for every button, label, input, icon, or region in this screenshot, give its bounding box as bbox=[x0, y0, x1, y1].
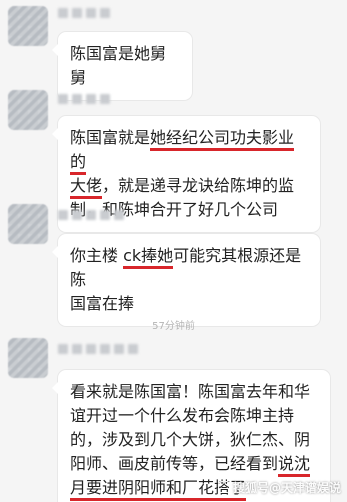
underlined-text: ck捧她 bbox=[123, 246, 174, 269]
watermark: 搜狐号@天津谱娱说 bbox=[217, 479, 341, 496]
underlined-text: 说沈 bbox=[278, 454, 311, 477]
message-text: 陈国富就是 bbox=[70, 128, 151, 147]
avatar[interactable] bbox=[8, 338, 48, 378]
message-bubble[interactable]: 陈国富是她舅舅 bbox=[52, 32, 192, 100]
message-text: 谊开过一个什么发布会陈坤主持 bbox=[70, 406, 295, 425]
sender-name-blurred bbox=[58, 210, 124, 222]
message-text: ，就是递寻龙诀给陈坤的监 bbox=[102, 176, 295, 195]
sender-name-blurred bbox=[58, 344, 138, 356]
message-text: 阳师、画皮前传等，已经看到 bbox=[70, 454, 279, 473]
watermark-text: 搜狐号@天津谱娱说 bbox=[232, 481, 341, 495]
sohu-logo-icon bbox=[217, 481, 230, 493]
message-bubble[interactable]: 你主楼 ck捧她可能究其根源还是陈 国富在捧 bbox=[52, 234, 320, 326]
sender-name-blurred bbox=[58, 94, 110, 106]
sender-name-blurred bbox=[58, 8, 110, 20]
avatar[interactable] bbox=[8, 90, 48, 130]
underlined-text: 大佬 bbox=[70, 176, 103, 199]
avatar[interactable] bbox=[8, 6, 48, 46]
timestamp: 57分钟前 bbox=[152, 321, 195, 332]
message-text: 的，涉及到几个大饼，狄仁杰、阴 bbox=[70, 430, 311, 449]
message-text: 你主楼 bbox=[70, 246, 124, 265]
message-text: 国富在捧 bbox=[70, 294, 135, 313]
message-text: 看来就是陈国富！陈国富去年和华 bbox=[70, 382, 311, 401]
message-text: 陈国富是她舅舅 bbox=[70, 44, 167, 87]
avatar[interactable] bbox=[8, 204, 48, 244]
